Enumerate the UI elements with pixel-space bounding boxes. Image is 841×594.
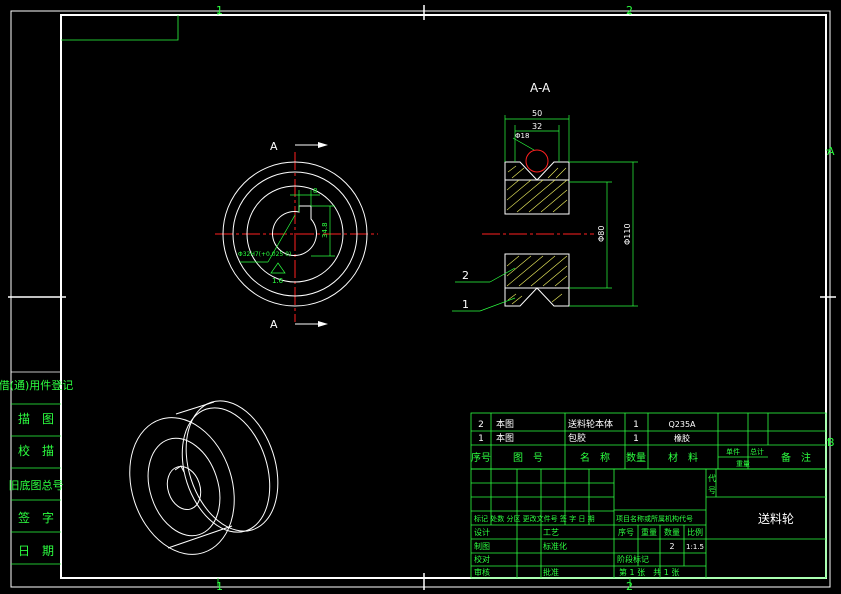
role-review: 审核 bbox=[474, 567, 490, 577]
unit-col-1: 代 bbox=[708, 473, 716, 483]
section-title: A-A bbox=[530, 81, 551, 95]
upper-hatch bbox=[506, 165, 568, 213]
zone-label-right-a: A bbox=[827, 145, 835, 158]
bom-header-qty: 数量 bbox=[626, 451, 646, 464]
dim-bore: Φ32H7(+0.025 0) bbox=[238, 251, 291, 258]
zone-label-bottom-1: 1 bbox=[216, 580, 223, 593]
strip-label-date: 日 期 bbox=[18, 544, 54, 558]
role-draw: 制图 bbox=[474, 541, 490, 551]
strip-label-signature: 签 字 bbox=[18, 510, 54, 525]
zone-label-top-1: 1 bbox=[216, 4, 223, 17]
groove-radius-circle bbox=[525, 149, 549, 173]
bom-row-1-drawing: 本图 bbox=[496, 432, 514, 444]
bom-header-name: 名 称 bbox=[580, 451, 610, 464]
dim-outer-dia: Φ110 bbox=[623, 223, 632, 245]
zone-label-top-2: 2 bbox=[626, 4, 633, 17]
sheet-info: 第 1 张 共 1 张 bbox=[619, 567, 679, 577]
stage-mark: 阶段标记 bbox=[617, 554, 649, 564]
zone-label-bottom-2: 2 bbox=[626, 580, 633, 593]
bom-header-material: 材 料 bbox=[668, 451, 698, 464]
lower-hatch bbox=[506, 255, 568, 305]
strip-label-trace: 描 图 bbox=[18, 412, 54, 426]
role-design: 设计 bbox=[474, 527, 490, 537]
bom-row-2-qty: 1 bbox=[633, 420, 639, 430]
bom-header-weight: 重量 bbox=[736, 460, 750, 468]
front-view: A A 8 34.8 Φ32H7(+0.025 0) 1.6 bbox=[215, 140, 378, 331]
bom-header-total-weight: 总计 bbox=[750, 447, 764, 456]
section-view: A-A 50 32 Φ18 Φ80 Φ110 2 1 bbox=[452, 81, 638, 312]
dim-key-depth: 34.8 bbox=[321, 222, 329, 238]
isometric-view bbox=[129, 400, 279, 555]
bom-row-2-no: 2 bbox=[478, 420, 484, 430]
bom-row-1-material: 橡胶 bbox=[674, 433, 690, 443]
surface-finish-icon bbox=[270, 262, 286, 274]
dim-groove-dia: Φ18 bbox=[515, 132, 529, 140]
col-count: 数量 bbox=[664, 527, 680, 537]
bom-row-2-name: 送料轮本体 bbox=[568, 418, 613, 430]
strip-label-trace-check: 校 描 bbox=[18, 443, 54, 458]
drawing-sheet: 1 2 1 2 A B 借(通)用件登记 描 图 校 描 旧底图总号 签 字 日… bbox=[0, 4, 836, 593]
revision-row: 标记 处数 分区 更改文件号 签 字 日 期 bbox=[474, 514, 595, 523]
dim-hub-dia: Φ80 bbox=[597, 226, 606, 242]
dim-inner-width: 32 bbox=[532, 122, 542, 131]
col-seq: 序号 bbox=[618, 527, 634, 537]
dim-total-width: 50 bbox=[532, 109, 542, 118]
bom-row-2-drawing: 本图 bbox=[496, 418, 514, 430]
bom-header-unit-weight: 单件 bbox=[726, 447, 740, 456]
bom-row-1-no: 1 bbox=[478, 434, 484, 444]
role-process: 工艺 bbox=[543, 528, 559, 537]
col-scale: 比例 bbox=[687, 527, 703, 537]
zone-ticks bbox=[8, 5, 836, 590]
strip-label-borrow: 借(通)用件登记 bbox=[0, 378, 73, 392]
section-mark-top: A bbox=[270, 140, 278, 153]
bom-row-1-name: 包胶 bbox=[568, 432, 586, 444]
zone-label-right-b: B bbox=[827, 436, 835, 449]
scale-value: 1:1.5 bbox=[686, 543, 704, 551]
leader-label-1: 1 bbox=[462, 298, 469, 311]
bom-header-drawing: 图 号 bbox=[513, 452, 543, 464]
bom-header-remarks: 备 注 bbox=[781, 451, 811, 464]
unit-col-2: 号 bbox=[708, 486, 716, 495]
dim-key-width: 8 bbox=[313, 187, 317, 195]
project-spec: 项目名称或所属机构代号 bbox=[616, 514, 693, 523]
surface-finish-value: 1.6 bbox=[272, 277, 284, 285]
title-block: 2 本图 送料轮本体 1 Q235A 1 本图 包胶 1 橡胶 序号 图 号 名… bbox=[470, 412, 827, 579]
bom-header-no: 序号 bbox=[471, 451, 491, 464]
leader-label-2: 2 bbox=[462, 269, 469, 282]
bom-row-1-qty: 1 bbox=[633, 434, 639, 444]
role-check: 校对 bbox=[474, 554, 490, 564]
role-approve: 批准 bbox=[543, 567, 559, 577]
keyed-bore bbox=[271, 205, 317, 257]
top-left-code-box bbox=[61, 15, 179, 41]
count-value: 2 bbox=[669, 542, 674, 551]
part-name: 送料轮 bbox=[758, 511, 794, 526]
strip-label-old-drawing: 旧底图总号 bbox=[9, 478, 64, 492]
role-standard: 标准化 bbox=[543, 541, 567, 551]
bom-row-2-material: Q235A bbox=[668, 420, 696, 429]
section-mark-bottom: A bbox=[270, 318, 278, 331]
col-weight: 重量 bbox=[641, 527, 657, 537]
